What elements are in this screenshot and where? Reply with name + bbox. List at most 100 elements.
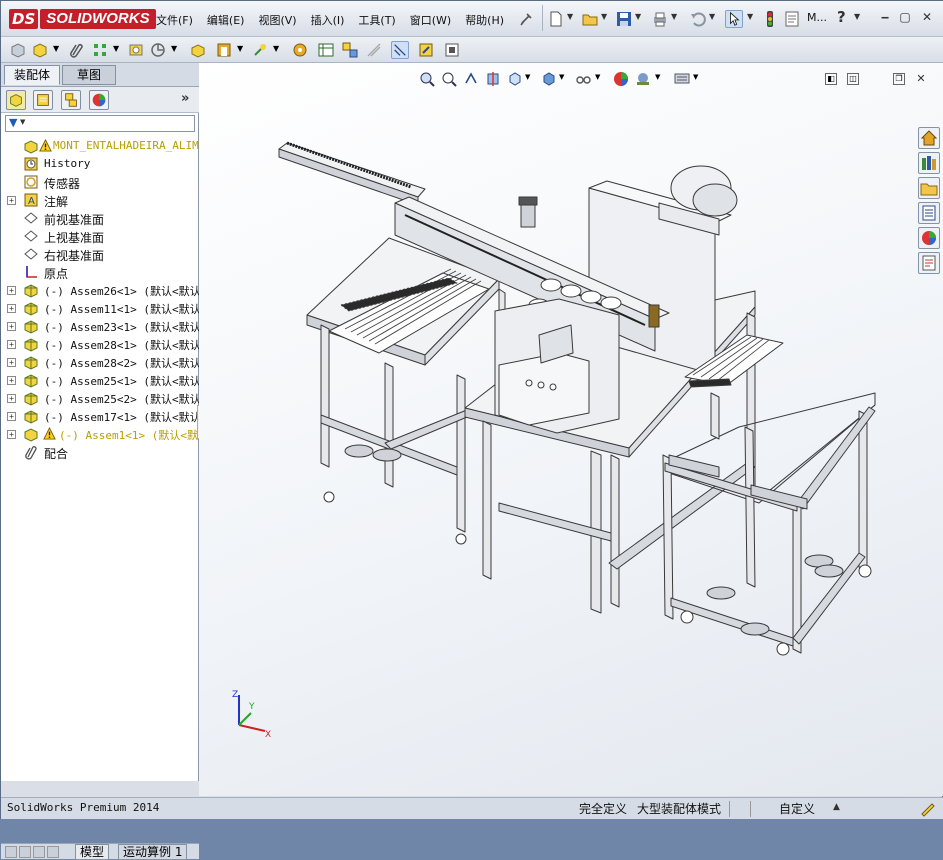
tree-expand-icon[interactable]: + <box>7 322 16 331</box>
menu-file[interactable]: 文件(F) <box>149 9 200 31</box>
panel-expand-icon[interactable]: » <box>181 91 189 106</box>
tree-expand-icon[interactable]: + <box>7 304 16 313</box>
minimize-icon[interactable]: ‒ <box>877 9 893 25</box>
tree-item[interactable]: + (-) Assem28<1> (默认<默认_ <box>1 335 199 353</box>
tree-item[interactable]: + (-) Assem25<2> (默认<默认_ <box>1 389 199 407</box>
move-component-icon[interactable] <box>149 41 167 59</box>
tree-expand-icon[interactable]: + <box>7 412 16 421</box>
exploded-view-icon[interactable] <box>341 41 359 59</box>
tree-item[interactable]: + (-) Assem26<1> (默认<默认_ <box>1 281 199 299</box>
open-dropdown-icon[interactable]: ▼ <box>601 12 607 21</box>
part-dropdown-icon[interactable]: ▼ <box>53 44 59 53</box>
tree-expand-icon[interactable]: + <box>7 196 16 205</box>
save-dropdown-icon[interactable]: ▼ <box>635 12 641 21</box>
tree-item[interactable]: 上视基准面 <box>1 227 199 245</box>
graphics-viewport[interactable]: ▼ ▼ ▼ ▼ ▼ ◧ ◫ ❐ ✕ Z Y X <box>199 63 943 796</box>
solidworks-resources-icon[interactable] <box>918 127 940 149</box>
features-dropdown-icon[interactable]: ▼ <box>237 44 243 53</box>
explode-line-sketch-icon[interactable] <box>365 41 383 59</box>
tree-item[interactable]: + (-) Assem23<1> (默认<默认_ <box>1 317 199 335</box>
tree-item[interactable]: + A 注解 <box>1 191 199 209</box>
filter-dropdown-icon[interactable]: ▼ <box>20 118 25 126</box>
tree-item[interactable]: + (-) Assem17<1> (默认<默认_ <box>1 407 199 425</box>
file-explorer-icon[interactable] <box>918 177 940 199</box>
instant3d-icon[interactable] <box>417 41 435 59</box>
pattern-dropdown-icon[interactable]: ▼ <box>113 44 119 53</box>
large-assembly-mode-icon[interactable] <box>443 41 461 59</box>
units-custom-status[interactable]: 自定义 <box>779 800 815 817</box>
tree-expand-icon[interactable]: + <box>7 376 16 385</box>
new-document-icon[interactable] <box>547 10 565 28</box>
menu-window[interactable]: 窗口(W) <box>403 9 458 31</box>
show-hidden-icon[interactable] <box>189 41 207 59</box>
tree-item[interactable]: + (-) Assem1<1> (默认<默认_ <box>1 425 199 443</box>
open-folder-icon[interactable] <box>581 10 599 28</box>
tree-item[interactable]: 配合 <box>1 443 199 461</box>
assembly-features-icon[interactable] <box>215 41 233 59</box>
tab-sketch[interactable]: 草图 <box>62 65 116 85</box>
large-assembly-mode-status[interactable]: 大型装配体模式 <box>637 800 721 817</box>
display-manager-icon[interactable] <box>89 90 109 110</box>
save-icon[interactable] <box>615 10 633 28</box>
menu-help[interactable]: 帮助(H) <box>458 9 511 31</box>
tree-item[interactable]: 前视基准面 <box>1 209 199 227</box>
solidworks-logo[interactable]: DS SOLIDWORKS <box>9 8 156 30</box>
custom-properties-icon[interactable] <box>918 252 940 274</box>
move-dropdown-icon[interactable]: ▼ <box>171 44 177 53</box>
new-part-icon[interactable] <box>31 41 49 59</box>
property-manager-icon[interactable] <box>33 90 53 110</box>
help-icon[interactable]: ? <box>837 8 846 26</box>
tree-item[interactable]: + (-) Assem28<2> (默认<默认_ <box>1 353 199 371</box>
menu-view[interactable]: 视图(V) <box>251 9 303 31</box>
menu-tools[interactable]: 工具(T) <box>351 9 402 31</box>
tree-expand-icon[interactable]: + <box>7 340 16 349</box>
new-motion-study-icon[interactable] <box>291 41 309 59</box>
tab-model[interactable]: 模型 <box>75 844 110 860</box>
close-icon[interactable]: ✕ <box>919 9 935 25</box>
restore-icon[interactable]: ▢ <box>897 9 913 25</box>
select-cursor-icon[interactable] <box>725 10 743 28</box>
reference-geometry-icon[interactable] <box>251 41 269 59</box>
mate-paperclip-icon[interactable] <box>67 41 85 59</box>
rebuild-traffic-light-icon[interactable] <box>761 10 779 28</box>
assembly-3d-model[interactable] <box>199 63 914 796</box>
insert-component-icon[interactable] <box>9 41 27 59</box>
tree-item[interactable]: + (-) Assem25<1> (默认<默认_ <box>1 371 199 389</box>
tree-expand-icon[interactable]: + <box>7 358 16 367</box>
interference-detection-icon[interactable] <box>391 41 409 59</box>
tab-motion-study[interactable]: 运动算例 1 <box>118 844 188 860</box>
tree-item[interactable]: 传感器 <box>1 173 199 191</box>
help-dropdown-icon[interactable]: ▼ <box>854 12 860 21</box>
featuremanager-tree-icon[interactable] <box>6 90 26 110</box>
tree-item[interactable]: + (-) Assem11<1> (默认<默认_ <box>1 299 199 317</box>
select-dropdown-icon[interactable]: ▼ <box>747 12 753 21</box>
linear-pattern-icon[interactable] <box>91 41 109 59</box>
appearances-scenes-icon[interactable] <box>918 227 940 249</box>
smart-fasteners-icon[interactable] <box>127 41 145 59</box>
tree-filter-field[interactable]: ▼ ▼ <box>5 115 195 132</box>
tree-item[interactable]: History <box>1 155 199 173</box>
tree-item[interactable]: 右视基准面 <box>1 245 199 263</box>
new-dropdown-icon[interactable]: ▼ <box>567 12 573 21</box>
menu-edit[interactable]: 编辑(E) <box>200 9 252 31</box>
undo-dropdown-icon[interactable]: ▼ <box>709 12 715 21</box>
design-library-icon[interactable] <box>918 152 940 174</box>
tree-item[interactable]: MONT_ENTALHADEIRA_ALIMENTA <box>1 137 199 155</box>
options-more-label[interactable]: M... <box>807 11 827 24</box>
pin-menu-icon[interactable] <box>517 10 535 28</box>
tree-expand-icon[interactable]: + <box>7 286 16 295</box>
tree-item[interactable]: 原点 <box>1 263 199 281</box>
rebuild-status-icon[interactable] <box>919 801 935 817</box>
view-palette-icon[interactable] <box>918 202 940 224</box>
print-dropdown-icon[interactable]: ▼ <box>671 12 677 21</box>
viewport-close-icon[interactable]: ✕ <box>915 73 927 85</box>
tab-assembly[interactable]: 装配体 <box>4 65 60 85</box>
tree-expand-icon[interactable]: + <box>7 394 16 403</box>
print-icon[interactable] <box>651 10 669 28</box>
tree-expand-icon[interactable]: + <box>7 430 16 439</box>
menu-insert[interactable]: 插入(I) <box>304 9 352 31</box>
file-properties-icon[interactable] <box>783 10 801 28</box>
tab-scroll-arrows[interactable] <box>5 846 75 858</box>
bill-of-materials-icon[interactable] <box>317 41 335 59</box>
reference-dropdown-icon[interactable]: ▼ <box>273 44 279 53</box>
